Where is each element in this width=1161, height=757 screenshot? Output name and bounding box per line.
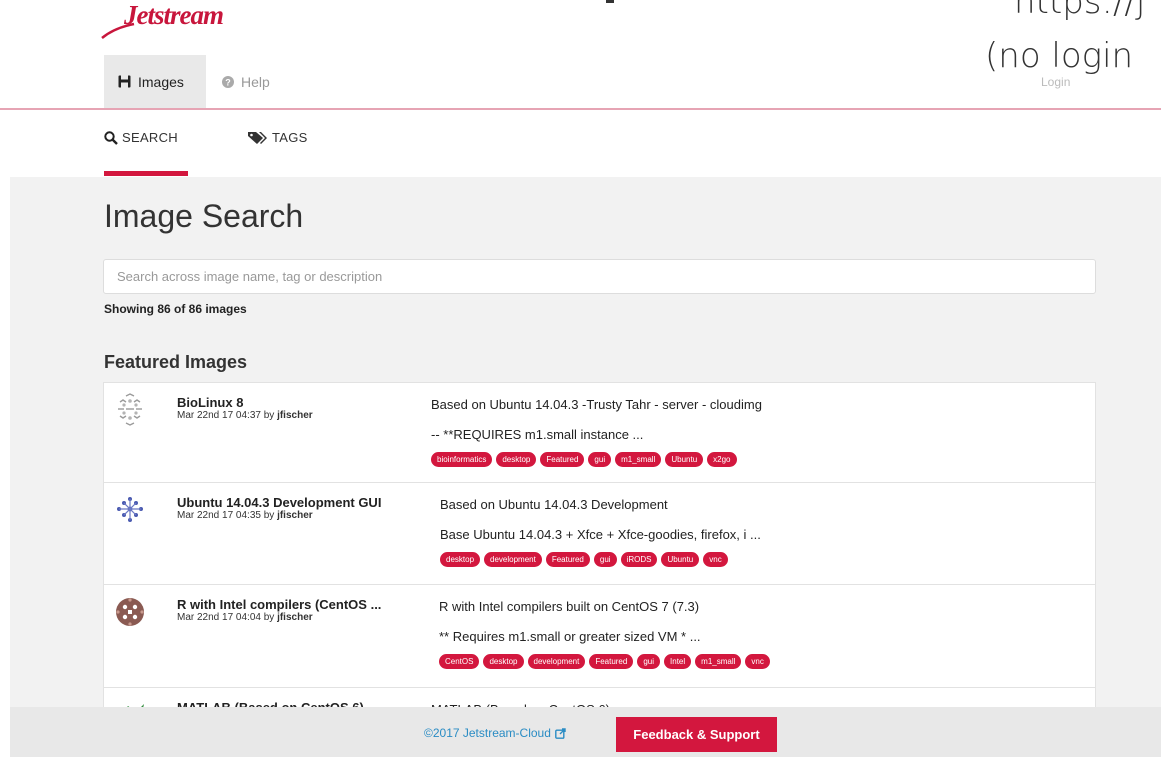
r-intel-icon: [116, 598, 144, 626]
tag-badge[interactable]: Featured: [589, 654, 634, 669]
tab-search-label: SEARCH: [122, 130, 178, 145]
tag-badge[interactable]: x2go: [707, 452, 737, 467]
tag-badge[interactable]: Ubuntu: [665, 452, 704, 467]
image-date: Mar 22nd 17 04:35 by: [177, 510, 278, 521]
section-title: Featured Images: [104, 352, 248, 372]
image-meta: Mar 22nd 17 04:37 by jfischer: [177, 410, 313, 421]
tag-badge[interactable]: CentOS: [439, 654, 480, 669]
login-link[interactable]: Login: [1041, 75, 1070, 89]
image-tags: CentOS desktop development Featured gui …: [439, 654, 770, 669]
image-tags: desktop development Featured gui iRODS U…: [440, 552, 728, 567]
tab-search[interactable]: SEARCH: [104, 130, 178, 145]
tab-active-indicator: [104, 171, 188, 176]
tag-badge[interactable]: gui: [637, 654, 661, 669]
nav-divider: [0, 108, 1161, 110]
ubuntu-icon: [117, 497, 143, 522]
image-description-line2: -- **REQUIRES m1.small instance ...: [431, 427, 644, 442]
question-circle-icon: ?: [222, 75, 234, 88]
page-title: Image Search: [104, 198, 304, 234]
tag-badge[interactable]: Intel: [664, 654, 692, 669]
tab-tags-label: TAGS: [272, 130, 308, 145]
overlay-dash: [606, 0, 614, 3]
external-link-icon: [555, 727, 566, 739]
tags-icon: [248, 131, 267, 144]
footer: [10, 707, 1161, 757]
tag-badge[interactable]: Ubuntu: [661, 552, 700, 567]
tag-badge[interactable]: desktop: [440, 552, 481, 567]
image-list: BioLinux 8 Mar 22nd 17 04:37 by jfischer…: [103, 382, 1096, 712]
image-description-line2: ** Requires m1.small or greater sized VM…: [439, 629, 701, 644]
svg-text:?: ?: [225, 77, 231, 87]
overlay-url-text: https://j: [1014, 0, 1146, 22]
tag-badge[interactable]: vnc: [745, 654, 770, 669]
logo-text: Jetstream: [124, 0, 224, 30]
tag-badge[interactable]: iRODS: [620, 552, 658, 567]
tag-badge[interactable]: development: [527, 654, 586, 669]
result-count: Showing 86 of 86 images: [104, 302, 247, 316]
feedback-support-button[interactable]: Feedback & Support: [616, 717, 777, 752]
nav-images-label: Images: [138, 73, 184, 90]
image-description-line1: Based on Ubuntu 14.04.3 -Trusty Tahr - s…: [431, 397, 762, 412]
search-input[interactable]: [103, 259, 1096, 294]
tag-badge[interactable]: gui: [588, 452, 612, 467]
tag-badge[interactable]: m1_small: [615, 452, 662, 467]
image-description-line1: Based on Ubuntu 14.04.3 Development: [440, 497, 668, 512]
image-name[interactable]: R with Intel compilers (CentOS ...: [177, 597, 381, 612]
tag-badge[interactable]: m1_small: [695, 654, 742, 669]
floppy-disk-icon: [118, 75, 131, 88]
nav-images[interactable]: Images: [104, 55, 206, 108]
copyright-link[interactable]: ©2017 Jetstream-Cloud: [424, 726, 566, 740]
search-icon: [104, 130, 118, 145]
tab-tags[interactable]: TAGS: [248, 130, 308, 145]
nav-help-label: Help: [241, 73, 270, 90]
image-author: jfischer: [277, 612, 313, 623]
image-description-line2: Base Ubuntu 14.04.3 + Xfce + Xfce-goodie…: [440, 527, 761, 542]
tag-badge[interactable]: bioinformatics: [431, 452, 493, 467]
tag-badge[interactable]: Featured: [545, 552, 590, 567]
overlay-no-login-text: (no login: [985, 36, 1134, 76]
nav-help[interactable]: ? Help: [222, 55, 270, 108]
image-meta: Mar 22nd 17 04:04 by jfischer: [177, 612, 313, 623]
image-name[interactable]: BioLinux 8: [177, 395, 243, 410]
image-author: jfischer: [277, 510, 313, 521]
tag-badge[interactable]: desktop: [496, 452, 537, 467]
tag-badge[interactable]: gui: [593, 552, 617, 567]
biolinux-icon: [118, 393, 142, 426]
tag-badge[interactable]: vnc: [703, 552, 728, 567]
tag-badge[interactable]: Featured: [540, 452, 585, 467]
image-date: Mar 22nd 17 04:37 by: [177, 410, 278, 421]
image-author: jfischer: [277, 410, 313, 421]
tag-badge[interactable]: development: [484, 552, 542, 567]
image-description-line1: R with Intel compilers built on CentOS 7…: [439, 599, 700, 614]
tag-badge[interactable]: desktop: [483, 654, 524, 669]
image-meta: Mar 22nd 17 04:35 by jfischer: [177, 510, 313, 521]
image-row[interactable]: R with Intel compilers (CentOS ... Mar 2…: [104, 585, 1095, 688]
copyright-text: ©2017 Jetstream-Cloud: [424, 726, 551, 740]
image-row[interactable]: BioLinux 8 Mar 22nd 17 04:37 by jfischer…: [104, 383, 1095, 483]
image-tags: bioinformatics desktop Featured gui m1_s…: [431, 452, 737, 467]
image-row[interactable]: Ubuntu 14.04.3 Development GUI Mar 22nd …: [104, 483, 1095, 585]
image-date: Mar 22nd 17 04:04 by: [177, 612, 278, 623]
image-name[interactable]: Ubuntu 14.04.3 Development GUI: [177, 495, 381, 510]
